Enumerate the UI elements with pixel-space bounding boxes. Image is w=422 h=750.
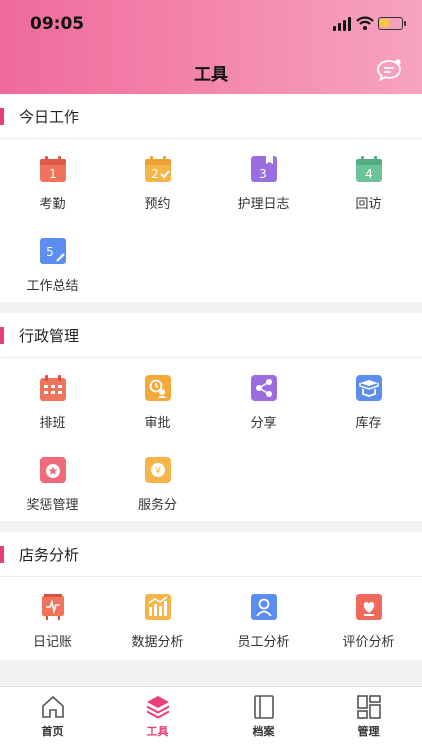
service-score-icon: ¥ (145, 457, 171, 483)
section-header: 行政管理 (0, 313, 422, 358)
rating-icon (356, 594, 382, 620)
calendar-1-icon: 1 (40, 156, 66, 182)
tab-management[interactable]: 管理 (316, 687, 421, 750)
section-accent-bar (0, 108, 4, 125)
journal-icon (40, 594, 66, 620)
schedule-icon (40, 375, 66, 401)
tool-return-visit[interactable]: 4 回访 (316, 139, 421, 221)
tool-label: 预约 (144, 197, 171, 212)
tab-label: 首页 (41, 725, 64, 738)
bookmark-3-icon: 3 (251, 156, 277, 182)
tool-service-score[interactable]: ¥ 服务分 (105, 440, 210, 522)
tool-label: 护理日志 (237, 197, 290, 212)
svg-text:4: 4 (365, 167, 373, 181)
tool-schedule[interactable]: 排班 (0, 358, 105, 440)
tool-inventory[interactable]: 库存 (316, 358, 421, 440)
section-title: 行政管理 (19, 327, 80, 345)
status-time: 09:05 (30, 14, 85, 34)
calendar-4-icon: 4 (356, 156, 382, 182)
tool-label: 服务分 (137, 498, 177, 513)
section-header: 店务分析 (0, 532, 422, 577)
tool-label: 库存 (355, 416, 382, 431)
svg-text:1: 1 (49, 167, 57, 181)
layers-icon (146, 696, 170, 719)
svg-text:¥: ¥ (155, 466, 161, 477)
tab-tools[interactable]: 工具 (105, 687, 210, 750)
chat-bubble-icon[interactable] (376, 58, 402, 82)
tool-label: 考勤 (39, 197, 66, 212)
tool-label: 员工分析 (237, 635, 290, 650)
section-today-work: 今日工作 1 考勤 2 预约 3 护理日志 4 回访 5 工作总结 (0, 94, 422, 302)
section-admin: 行政管理 排班 审批 分享 库存 奖惩管理 ¥ 服务分 (0, 313, 422, 521)
approval-icon (145, 375, 171, 401)
tab-label: 管理 (357, 725, 380, 738)
tool-label: 工作总结 (26, 279, 79, 294)
tool-attendance[interactable]: 1 考勤 (0, 139, 105, 221)
tab-bar: 首页 工具 档案 管理 (0, 686, 422, 750)
tool-staff-analysis[interactable]: 员工分析 (211, 577, 316, 659)
section-store-analysis: 店务分析 日记账 数据分析 员工分析 评价分析 (0, 532, 422, 660)
home-icon (42, 695, 64, 718)
svg-text:5: 5 (46, 245, 54, 259)
svg-text:3: 3 (259, 167, 267, 181)
tab-label: 档案 (252, 725, 275, 738)
section-header: 今日工作 (0, 94, 422, 139)
book-icon (254, 695, 274, 719)
tool-journal[interactable]: 日记账 (0, 577, 105, 659)
tab-label: 工具 (146, 725, 169, 738)
signal-icon (333, 17, 353, 31)
tool-label: 奖惩管理 (26, 498, 79, 513)
dashboard-icon (357, 695, 381, 719)
page-title: 工具 (194, 65, 228, 85)
staff-icon (251, 594, 277, 620)
svg-text:2: 2 (151, 167, 159, 181)
tool-rating-analysis[interactable]: 评价分析 (316, 577, 421, 659)
tool-care-log[interactable]: 3 护理日志 (211, 139, 316, 221)
tool-data-analysis[interactable]: 数据分析 (105, 577, 210, 659)
tool-label: 分享 (250, 416, 277, 431)
tool-label: 数据分析 (131, 635, 184, 650)
reward-icon (40, 457, 66, 483)
tool-work-summary[interactable]: 5 工作总结 (0, 221, 105, 303)
tool-reward-penalty[interactable]: 奖惩管理 (0, 440, 105, 522)
tab-archive[interactable]: 档案 (211, 687, 316, 750)
tool-approval[interactable]: 审批 (105, 358, 210, 440)
header: 09:05 工具 (0, 0, 422, 94)
inventory-icon (356, 375, 382, 401)
tool-label: 回访 (355, 197, 382, 212)
share-icon (251, 375, 277, 401)
tool-label: 日记账 (32, 635, 72, 650)
section-title: 今日工作 (19, 108, 80, 126)
calendar-2-check-icon: 2 (145, 156, 171, 182)
tool-label: 评价分析 (342, 635, 395, 650)
bar-chart-icon (145, 594, 171, 620)
tab-home[interactable]: 首页 (0, 687, 105, 750)
battery-icon (378, 17, 406, 30)
tool-appointment[interactable]: 2 预约 (105, 139, 210, 221)
tool-label: 排班 (39, 416, 66, 431)
battery-level-fill (380, 19, 389, 27)
section-title: 店务分析 (19, 546, 80, 564)
tool-share[interactable]: 分享 (211, 358, 316, 440)
wifi-icon (356, 16, 374, 30)
section-accent-bar (0, 546, 4, 563)
tool-label: 审批 (144, 416, 171, 431)
edit-5-icon: 5 (40, 238, 66, 264)
section-accent-bar (0, 327, 4, 344)
